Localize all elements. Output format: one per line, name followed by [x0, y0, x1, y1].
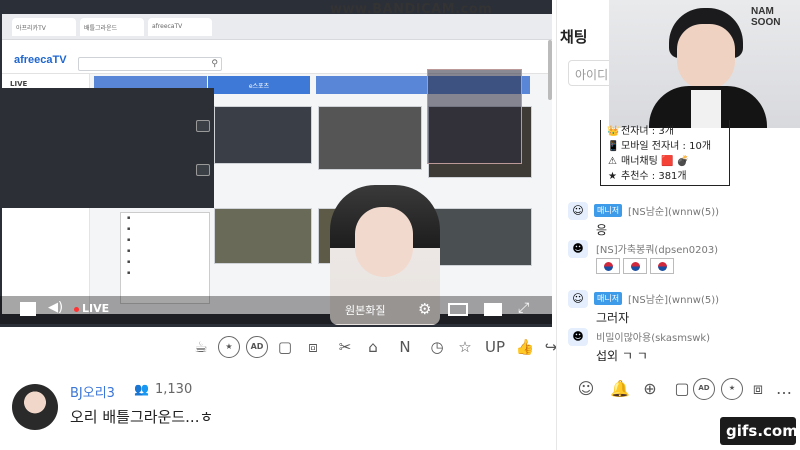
stat-text: 전자녀 : 3개: [621, 126, 674, 137]
recording-watermark: www.BANDICAM.com: [330, 2, 493, 17]
streamer-name[interactable]: BJ오리3: [70, 382, 115, 401]
stat-row: 📱 모바일 전자녀 : 10개: [607, 139, 723, 154]
browser-tab: 아프리카TV: [12, 18, 76, 36]
bell-icon[interactable]: 🔔: [609, 378, 631, 400]
browser-tab: afreecaTV: [148, 18, 212, 36]
chat-text: 응: [596, 223, 608, 237]
fullscreen-icon[interactable]: ⤢: [518, 300, 529, 316]
share-icon[interactable]: ↪: [540, 336, 562, 358]
gifs-watermark: gifs.com: [720, 417, 798, 445]
browser-tab: 배틀그라운드: [80, 18, 144, 36]
korea-flag-icon: [623, 258, 647, 274]
stat-row: ★ 추천수 : 381개: [607, 169, 723, 184]
stats-box: 👑 전자녀 : 3개 📱 모바일 전자녀 : 10개 ⚠ 매너채팅 🟥 💣 ★ 추천수 : 3…: [600, 120, 730, 186]
quality-button[interactable]: 원본화질: [345, 302, 385, 318]
mini-player-button[interactable]: [448, 303, 468, 316]
chat-nickname[interactable]: [NS남순](wnnw(5)): [628, 291, 719, 306]
user-avatar-icon[interactable]: ☻: [568, 328, 588, 346]
video-thumbnail: [428, 208, 532, 266]
site-search-box: ⚲: [78, 57, 222, 71]
stat-row: ⚠ 매너채팅 🟥 💣: [607, 154, 723, 169]
korea-flag-icon: [596, 258, 620, 274]
chat-text: 그러자: [596, 311, 630, 325]
stat-icon: ⚠: [608, 156, 617, 167]
video-player[interactable]: 아프리카TV 배틀그라운드 afreecaTV afreecaTV ⚲ LIVE…: [0, 0, 552, 327]
broadcast-title: 오리 배틀그라운드...ㅎ: [70, 408, 214, 426]
chat-bubble-icon: [196, 120, 210, 132]
blurred-panel: [0, 88, 214, 208]
mask-icon[interactable]: ⌂: [362, 336, 384, 358]
gift-box-icon[interactable]: ⧈: [302, 336, 324, 358]
ad-balloon-icon[interactable]: AD: [246, 336, 268, 358]
thumbs-up-icon[interactable]: 👍: [514, 336, 536, 358]
user-avatar-icon[interactable]: ☻: [568, 240, 588, 258]
globe-icon[interactable]: ⊕: [639, 378, 661, 400]
clock-icon[interactable]: ◷: [426, 336, 448, 358]
chat-bubble-icon: [196, 164, 210, 176]
viewer-count: 1,130: [155, 382, 193, 397]
chat-text: 섭외 ㄱ ㄱ: [596, 349, 648, 363]
sticker-icon[interactable]: ▢: [274, 336, 296, 358]
video-thumbnail: [318, 106, 422, 170]
webcam-overlay: NAM SOON: [609, 0, 800, 128]
banner: e스포츠: [208, 76, 310, 94]
volume-icon[interactable]: ◀): [48, 300, 63, 315]
manager-badge: 매니저: [594, 204, 623, 217]
chat-nickname[interactable]: [NS남순](wnnw(5)): [628, 203, 719, 218]
sticker-icon[interactable]: ▢: [671, 378, 693, 400]
manager-badge: 매니저: [594, 292, 623, 305]
chat-toolbar: ☺ 🔔 ⊕ ▢ AD ★ ⧈…: [575, 378, 795, 404]
stop-button[interactable]: [20, 302, 36, 316]
player-controls: ◀) LIVE 원본화질 ⚙ ⤢: [0, 296, 552, 324]
user-avatar-icon[interactable]: ☺: [568, 290, 588, 308]
video-thumbnail: [214, 208, 312, 264]
user-list-icon[interactable]: ☺: [575, 378, 597, 400]
cup-icon[interactable]: ☕: [190, 336, 212, 358]
more-icon[interactable]: …: [773, 378, 795, 400]
n-badge-icon[interactable]: N: [394, 336, 416, 358]
sidebar-live-label: LIVE: [10, 80, 28, 88]
scissors-icon[interactable]: ✂: [334, 336, 356, 358]
stat-row: 👑 전자녀 : 3개: [607, 124, 723, 139]
scrollbar[interactable]: [548, 40, 552, 100]
star-balloon-icon[interactable]: ★: [721, 378, 743, 400]
context-menu: ▪ ▪ ▪ ▪ ▪ ▪: [120, 212, 210, 304]
stream-overlay: [427, 69, 522, 164]
korea-flag-icon: [650, 258, 674, 274]
up-icon[interactable]: UP: [484, 336, 506, 358]
viewers-icon: 👥: [134, 382, 149, 396]
video-thumbnail: [214, 106, 312, 164]
settings-gear-icon[interactable]: ⚙: [418, 300, 431, 318]
live-indicator: LIVE: [74, 302, 109, 315]
webcam-logo: NAM SOON: [751, 6, 781, 28]
avatar[interactable]: [12, 384, 58, 430]
stat-icon: ★: [608, 171, 617, 182]
browser-tab-bar: 아프리카TV 배틀그라운드 afreecaTV: [2, 14, 552, 40]
search-icon: ⚲: [211, 59, 218, 69]
stat-icon: 📱: [607, 141, 620, 152]
site-logo: afreecaTV: [14, 54, 67, 66]
stat-text: 매너채팅 🟥 💣: [621, 156, 690, 167]
streamer-face: [355, 207, 413, 277]
chat-header: 채팅: [560, 28, 588, 46]
screen: 아프리카TV 배틀그라운드 afreecaTV afreecaTV ⚲ LIVE…: [0, 0, 800, 450]
gift-box-icon[interactable]: ⧈: [747, 378, 769, 400]
live-label: LIVE: [82, 302, 110, 315]
chat-nickname[interactable]: 비밀이많아용(skasmswk): [596, 329, 710, 344]
live-dot-icon: [74, 306, 79, 312]
stat-text: 추천수 : 381개: [621, 171, 687, 182]
theater-mode-button[interactable]: [484, 303, 502, 316]
ad-balloon-icon[interactable]: AD: [693, 378, 715, 400]
chat-nickname[interactable]: [NS]가축봉쿼(dpsen0203): [596, 241, 718, 256]
action-toolbar: ☕ ★ AD ▢ ⧈ ✂ ⌂ N ◷ ☆ UP 👍 ↪: [190, 336, 557, 362]
chat-divider: [556, 0, 557, 450]
webcam-face: [677, 24, 735, 90]
star-balloon-icon[interactable]: ★: [218, 336, 240, 358]
stat-icon: 👑: [607, 126, 620, 137]
user-avatar-icon[interactable]: ☺: [568, 202, 588, 220]
flag-emotes: [596, 258, 677, 274]
favorite-star-icon[interactable]: ☆: [454, 336, 476, 358]
stat-text: 모바일 전자녀 : 10개: [621, 141, 712, 152]
